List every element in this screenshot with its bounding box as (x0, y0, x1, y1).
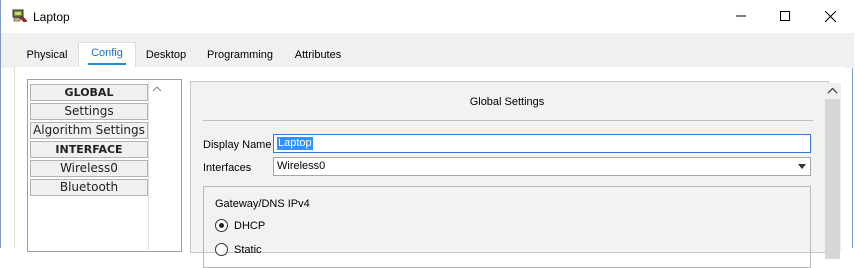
nav-item-algorithm-settings[interactable]: Algorithm Settings (30, 122, 148, 139)
scroll-up-icon[interactable] (824, 84, 841, 98)
settings-nav-list: GLOBAL Settings Algorithm Settings INTER… (29, 81, 163, 250)
tab-physical[interactable]: Physical (19, 45, 75, 65)
close-button[interactable] (807, 0, 853, 32)
config-content: GLOBAL Settings Algorithm Settings INTER… (14, 67, 844, 268)
radio-selected-dot (219, 223, 224, 228)
minimize-icon (736, 15, 746, 17)
tab-strip: Physical Config Desktop Programming Attr… (1, 33, 854, 69)
application-window: Laptop Physical Config Desktop Programmi… (0, 0, 854, 268)
close-icon (824, 10, 836, 22)
nav-item-bluetooth[interactable]: Bluetooth (30, 179, 148, 196)
dhcp-label[interactable]: DHCP (234, 220, 265, 232)
global-settings-panel: Global Settings Display Name Laptop Inte… (190, 81, 841, 268)
static-radio[interactable] (215, 243, 228, 256)
maximize-button[interactable] (762, 0, 808, 32)
display-name-value: Laptop (277, 137, 313, 150)
group-title: Gateway/DNS IPv4 (215, 198, 310, 210)
chevron-down-icon (798, 164, 806, 169)
scrollbar-thumb[interactable] (825, 99, 840, 259)
active-tab-underline (88, 63, 126, 65)
section-title: Global Settings (469, 96, 545, 108)
laptop-app-icon (12, 9, 28, 23)
display-name-input[interactable]: Laptop (273, 134, 811, 153)
interfaces-label: Interfaces (203, 162, 252, 174)
nav-header-interface: INTERFACE (30, 141, 148, 158)
title-bar[interactable]: Laptop (1, 0, 854, 33)
nav-scrollbar[interactable] (148, 81, 165, 250)
tab-programming[interactable]: Programming (202, 45, 278, 65)
display-name-label: Display Name (203, 139, 272, 151)
nav-item-settings[interactable]: Settings (30, 103, 148, 120)
tab-config[interactable]: Config (78, 42, 136, 69)
minimize-button[interactable] (718, 0, 764, 32)
section-divider (203, 120, 813, 121)
gateway-dns-group: Gateway/DNS IPv4 DHCP Static (203, 186, 811, 268)
window-title: Laptop (33, 10, 70, 24)
nav-header-global: GLOBAL (30, 84, 148, 101)
interfaces-select[interactable]: Wireless0 (273, 157, 811, 176)
tab-attributes[interactable]: Attributes (286, 45, 350, 65)
tab-desktop[interactable]: Desktop (138, 45, 194, 65)
dhcp-radio[interactable] (215, 219, 228, 232)
scroll-up-icon[interactable] (149, 83, 165, 95)
maximize-icon (780, 11, 790, 21)
main-scrollbar[interactable] (824, 83, 841, 259)
settings-nav-panel: GLOBAL Settings Algorithm Settings INTER… (27, 79, 182, 252)
interfaces-value: Wireless0 (277, 160, 326, 172)
static-label[interactable]: Static (234, 244, 262, 256)
tab-config-label: Config (91, 47, 123, 59)
nav-item-wireless0[interactable]: Wireless0 (30, 160, 148, 177)
